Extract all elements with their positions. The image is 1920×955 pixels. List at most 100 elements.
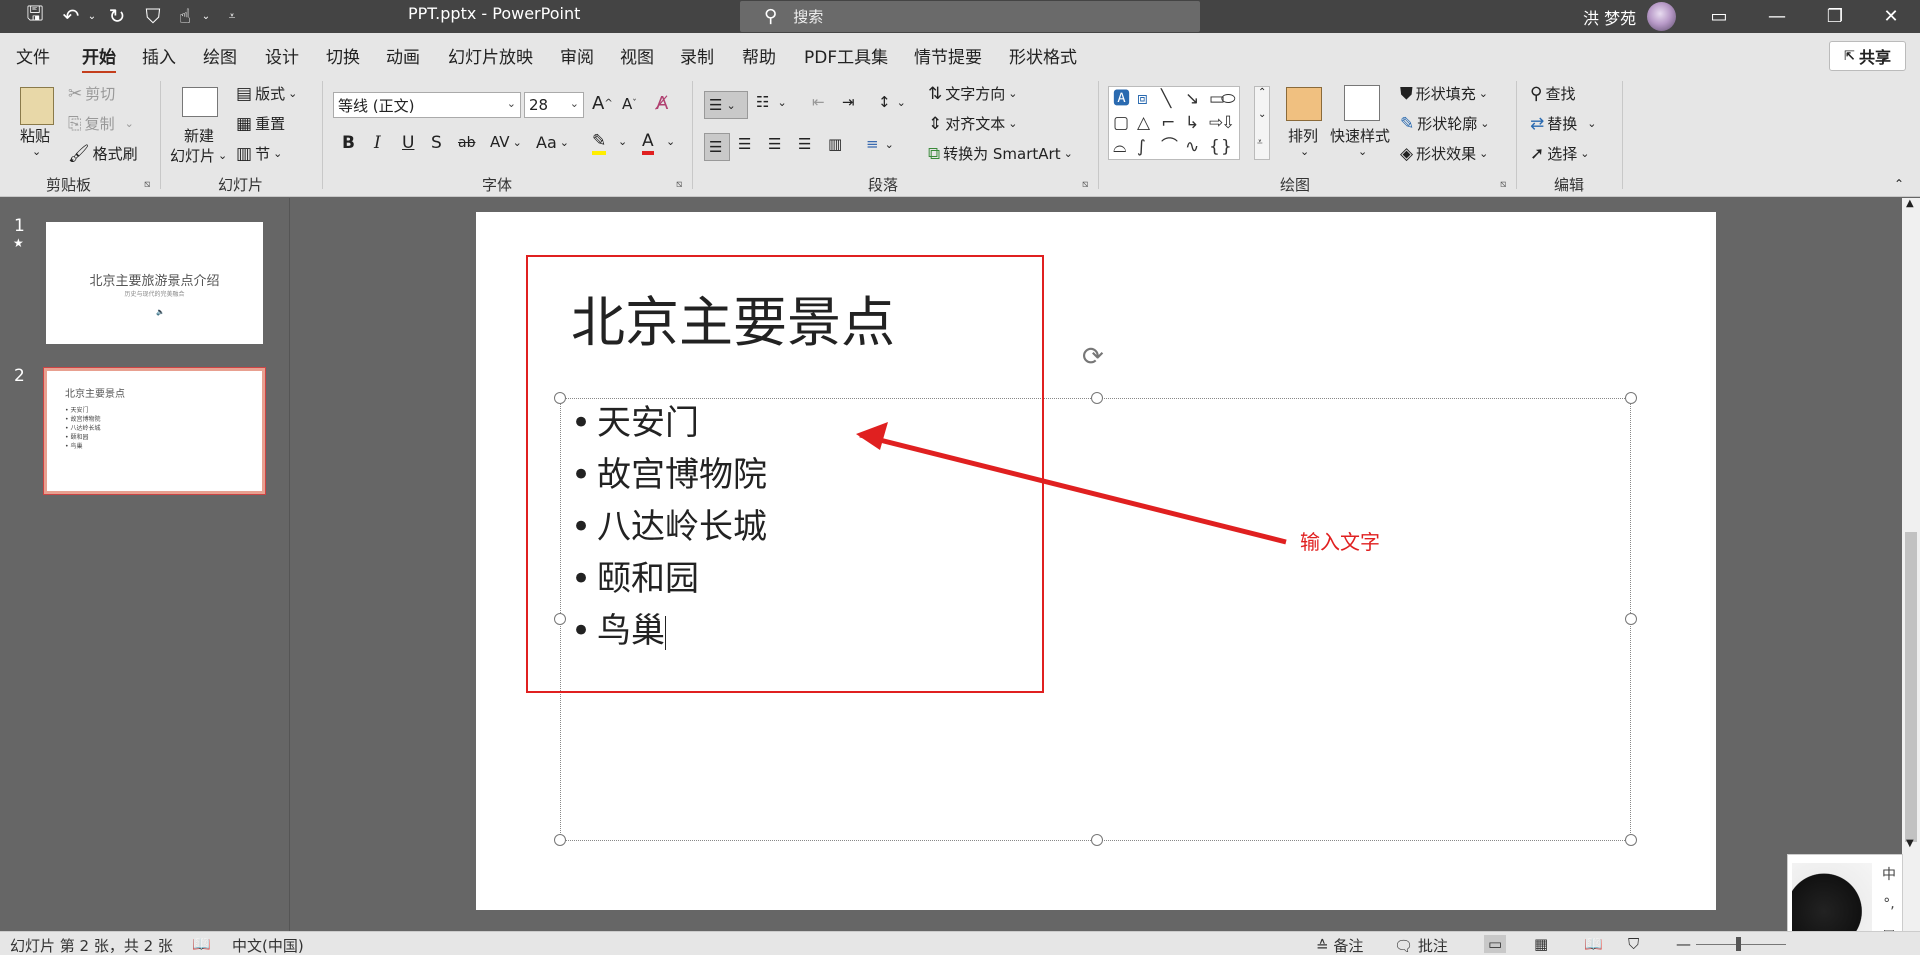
scroll-up-icon[interactable]: ▲ [1906,198,1914,209]
change-case-icon[interactable]: Aa ⌄ [536,133,569,152]
new-slide-button-line2[interactable]: 幻灯片 ⌄ [170,145,227,166]
customize-qat-icon[interactable]: ⩡ [222,3,242,29]
minimize-icon[interactable]: — [1748,0,1806,33]
tab-design[interactable]: 设计 [265,43,299,68]
layout-button[interactable]: ▤ 版式 ⌄ [236,83,297,104]
zoom-slider[interactable] [1696,944,1786,945]
arrange-button[interactable]: 排列 [1288,125,1318,146]
align-distribute-icon[interactable]: ≡ ⌄ [866,135,894,153]
align-right-icon[interactable]: ☰ [768,135,781,153]
touch-mode-icon[interactable]: ☝ [172,3,198,29]
shape-effects-button[interactable]: ◈ 形状效果 ⌄ [1400,143,1488,164]
line-spacing-icon[interactable]: ↕ ⌄ [878,93,906,111]
highlight-color-icon[interactable]: ✎ [592,131,607,155]
save-icon[interactable]: 🖫 [22,1,48,29]
ime-mode-button[interactable]: 中 [1878,863,1900,885]
restore-icon[interactable]: ❐ [1806,0,1864,33]
drawing-launcher-icon[interactable]: ⧅ [1500,179,1506,190]
punctuation-icon[interactable]: °, [1878,893,1900,915]
text-shadow-icon[interactable]: S [431,133,442,153]
tab-draw[interactable]: 绘图 [203,43,237,68]
elbow-connector-icon[interactable]: ⌐ [1161,115,1175,132]
italic-icon[interactable]: I [374,133,381,153]
triangle-icon[interactable]: △ [1137,115,1150,132]
tab-file[interactable]: 文件 [16,43,50,68]
underline-icon[interactable]: U [402,133,414,153]
tab-view[interactable]: 视图 [620,43,654,68]
strikethrough-icon[interactable]: ab [458,135,475,151]
search-input[interactable]: ⚲ 搜索 [740,1,1200,32]
new-slide-button[interactable]: 新建 [184,125,214,146]
slideshow-icon[interactable]: ⛉ [1628,935,1639,953]
tab-help[interactable]: 帮助 [742,43,776,68]
align-left-button[interactable]: ☰ [704,133,730,161]
clear-formatting-icon[interactable]: A̸ [656,93,668,114]
increase-indent-icon[interactable]: ⇥ [842,93,855,111]
tab-shape-format[interactable]: 形状格式 [1009,43,1077,68]
justify-icon[interactable]: ☰ [798,135,811,153]
slide-thumbnail-2[interactable]: 北京主要景点 • 天安门 • 故宫博物院 • 八达岭长城 • 颐和园 • 鸟巢 [43,367,266,495]
section-button[interactable]: ▥ 节 ⌄ [236,143,282,164]
quick-styles-button[interactable]: 快速样式 [1330,125,1390,146]
oval-icon[interactable]: ⬭ [1221,91,1236,108]
decrease-indent-icon[interactable]: ⇤ [812,93,825,111]
character-spacing-icon[interactable]: AV ⌄ [490,133,522,151]
slide-sorter-icon[interactable]: ▦ [1534,935,1548,953]
tab-insert[interactable]: 插入 [142,43,176,68]
accessibility-icon[interactable]: 📖 [192,935,211,953]
shape-outline-button[interactable]: ✎ 形状轮廓 ⌄ [1400,113,1489,134]
tab-home[interactable]: 开始 [82,43,116,74]
font-size-combo[interactable]: 28 ⌄ [524,92,584,118]
highlight-dropdown-icon[interactable]: ⌄ [618,135,627,148]
touch-dropdown-icon[interactable]: ⌄ [200,3,212,29]
freeform-icon[interactable]: ⌓ [1113,139,1126,156]
undo-icon[interactable]: ↶ [58,3,84,29]
right-brace-icon[interactable]: } [1221,139,1232,156]
format-painter-button[interactable]: 🖌 格式刷 [68,143,138,164]
chevron-down-icon[interactable]: ⌄ [1258,109,1266,120]
ribbon-display-icon[interactable]: ▭ [1690,0,1748,33]
share-button[interactable]: ⇱ 共享 [1829,41,1906,71]
find-button[interactable]: ⚲ 查找 [1530,83,1575,104]
tab-record[interactable]: 录制 [680,43,714,68]
comments-button[interactable]: 🗨 批注 [1394,935,1448,955]
clipboard-launcher-icon[interactable]: ⧅ [144,179,150,190]
avatar[interactable] [1647,2,1676,31]
user-name[interactable]: 洪 梦苑 [1583,5,1636,29]
font-launcher-icon[interactable]: ⧅ [676,179,682,190]
scribble-icon[interactable]: ∫ [1137,139,1146,156]
grow-font-icon[interactable]: A ^ [592,93,613,114]
tab-animations[interactable]: 动画 [386,43,420,68]
vertical-scrollbar[interactable]: ▲ ▼ [1902,198,1920,931]
font-color-dropdown-icon[interactable]: ⌄ [666,135,675,148]
zoom-slider-thumb[interactable] [1736,937,1741,951]
shape-fill-button[interactable]: ⛊ 形状填充 ⌄ [1400,83,1488,104]
reading-view-icon[interactable]: 📖 [1584,935,1603,953]
scroll-down-icon[interactable]: ▼ [1906,838,1914,849]
shrink-font-icon[interactable]: Aˇ [622,95,637,113]
font-color-icon[interactable]: A [642,131,654,155]
smartart-button[interactable]: ⧉ 转换为 SmartArt ⌄ [928,143,1073,164]
zoom-out-icon[interactable]: — [1676,935,1691,953]
select-button[interactable]: ➚ 选择 ⌄ [1530,143,1589,164]
scrollbar-thumb[interactable] [1905,532,1917,842]
paste-button[interactable]: 粘贴 [20,125,50,146]
rounded-rectangle-icon[interactable]: ▢ [1113,115,1129,132]
paragraph-launcher-icon[interactable]: ⧅ [1082,179,1088,190]
copy-button[interactable]: ⎘ 复制 ⌄ [68,113,134,134]
redo-icon[interactable]: ↻ [104,3,130,29]
shapes-gallery-scroll[interactable]: ⌃ ⌄ ⩡ [1254,86,1270,160]
tab-transitions[interactable]: 切换 [326,43,360,68]
undo-dropdown-icon[interactable]: ⌄ [86,3,98,29]
language-status[interactable]: 中文(中国) [232,935,304,955]
quick-styles-dropdown-icon[interactable]: ⌄ [1358,145,1367,158]
tab-slideshow[interactable]: 幻灯片放映 [448,43,533,68]
cut-button[interactable]: ✂ 剪切 [68,83,115,104]
numbering-button[interactable]: ☷ ⌄ [756,93,787,111]
arrange-dropdown-icon[interactable]: ⌄ [1300,145,1309,158]
more-shapes-icon[interactable]: ⩡ [1257,137,1263,148]
elbow-arrow-icon[interactable]: ↳ [1185,115,1199,132]
arc-icon[interactable]: ⌒ [1161,139,1178,156]
vertical-text-box-icon[interactable]: ⧈ [1137,91,1148,108]
font-name-combo[interactable]: 等线 (正文) ⌄ [333,92,521,118]
